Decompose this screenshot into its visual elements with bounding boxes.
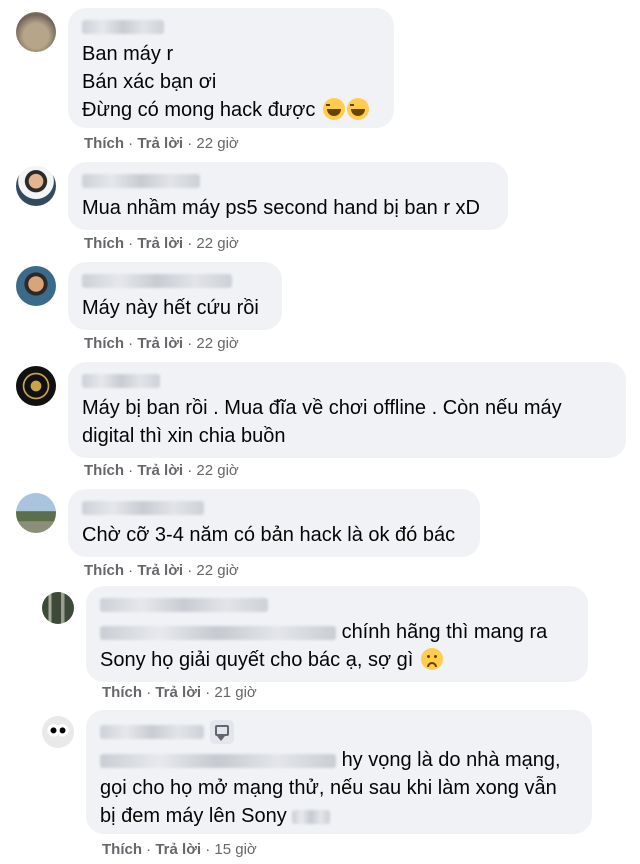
- comment-text: Máy bị ban rồi . Mua đĩa về chơi offline…: [82, 397, 562, 419]
- comment-bubble: Máy bị ban rồi . Mua đĩa về chơi offline…: [68, 362, 626, 458]
- comment-actions: Thích · Trả lời · 22 giờ: [84, 135, 239, 152]
- reply-button[interactable]: Trả lời: [155, 841, 201, 858]
- comment-actions: Thích · Trả lời · 22 giờ: [84, 562, 239, 579]
- comment-bubble: chính hãng thì mang ra Sony họ giải quyế…: [86, 586, 588, 682]
- reply-context-icon[interactable]: [210, 720, 234, 744]
- comment-bubble: hy vọng là do nhà mạng, gọi cho họ mở mạ…: [86, 710, 592, 834]
- reply-button[interactable]: Trả lời: [137, 235, 183, 252]
- timestamp[interactable]: 22 giờ: [196, 235, 238, 252]
- author-name-blurred[interactable]: [82, 20, 164, 34]
- confused-emoji-icon: [420, 648, 443, 670]
- like-button[interactable]: Thích: [84, 462, 124, 479]
- comment-text: digital thì xin chia buồn: [82, 425, 286, 447]
- author-name-blurred[interactable]: [82, 174, 200, 188]
- comment-actions: Thích · Trả lời · 21 giờ: [102, 684, 257, 701]
- timestamp[interactable]: 22 giờ: [196, 135, 238, 152]
- timestamp[interactable]: 22 giờ: [196, 562, 238, 579]
- comment-actions: Thích · Trả lời · 22 giờ: [84, 335, 239, 352]
- author-name-blurred[interactable]: [82, 501, 204, 515]
- tagged-name-blurred[interactable]: [100, 753, 336, 768]
- author-name-blurred[interactable]: [100, 725, 204, 739]
- comment-text: hy vọng là do nhà mạng,: [100, 746, 578, 774]
- tagged-name-blurred[interactable]: [100, 625, 336, 640]
- like-button[interactable]: Thích: [84, 135, 124, 152]
- reply-button[interactable]: Trả lời: [155, 684, 201, 701]
- like-button[interactable]: Thích: [102, 684, 142, 701]
- comment-bubble: Ban máy r Bán xác bạn ơi Đừng có mong ha…: [68, 8, 394, 128]
- author-row: [100, 720, 578, 744]
- reply-button[interactable]: Trả lời: [137, 462, 183, 479]
- tagged-name-blurred[interactable]: [292, 809, 331, 824]
- comment-bubble: Mua nhầm máy ps5 second hand bị ban r xD: [68, 162, 508, 230]
- comment-text: Mua nhầm máy ps5 second hand bị ban r xD: [82, 197, 480, 219]
- like-button[interactable]: Thích: [84, 235, 124, 252]
- author-name-blurred[interactable]: [82, 274, 232, 288]
- avatar-cat[interactable]: [16, 12, 56, 52]
- avatar-man-glasses[interactable]: [16, 166, 56, 206]
- comment-bubble: Chờ cỡ 3-4 năm có bản hack là ok đó bác: [68, 489, 480, 557]
- comment-text: bị đem máy lên Sony: [100, 802, 578, 830]
- comment-text: Máy này hết cứu rồi: [82, 297, 259, 319]
- comment-text: Ban máy r: [82, 43, 174, 65]
- comment-bubble: Máy này hết cứu rồi: [68, 262, 282, 330]
- timestamp[interactable]: 22 giờ: [196, 335, 238, 352]
- comment-actions: Thích · Trả lời · 15 giờ: [102, 841, 257, 858]
- author-name-blurred[interactable]: [100, 598, 268, 612]
- reply-button[interactable]: Trả lời: [137, 562, 183, 579]
- comment-text: Bán xác bạn ơi: [82, 71, 217, 93]
- comment-text: gọi cho họ mở mạng thử, nếu sau khi làm …: [100, 777, 557, 799]
- comment-text: Chờ cỡ 3-4 năm có bản hack là ok đó bác: [82, 524, 456, 546]
- laughing-emoji-icon: [346, 98, 369, 120]
- avatar-young-man[interactable]: [16, 266, 56, 306]
- comment-text: Sony họ giải quyết cho bác ạ, sợ gì: [100, 646, 574, 674]
- comment-actions: Thích · Trả lời · 22 giờ: [84, 462, 239, 479]
- timestamp[interactable]: 21 giờ: [214, 684, 256, 701]
- author-name-blurred[interactable]: [82, 374, 160, 388]
- comment-text: chính hãng thì mang ra: [100, 618, 574, 646]
- avatar-meme-face[interactable]: [42, 716, 74, 748]
- laughing-emoji-icon: [322, 98, 345, 120]
- like-button[interactable]: Thích: [84, 335, 124, 352]
- reply-button[interactable]: Trả lời: [137, 335, 183, 352]
- timestamp[interactable]: 15 giờ: [214, 841, 256, 858]
- avatar-landscape[interactable]: [16, 493, 56, 533]
- like-button[interactable]: Thích: [102, 841, 142, 858]
- avatar-forest[interactable]: [42, 592, 74, 624]
- comment-text: Đừng có mong hack được: [82, 96, 380, 124]
- reply-button[interactable]: Trả lời: [137, 135, 183, 152]
- timestamp[interactable]: 22 giờ: [196, 462, 238, 479]
- avatar-club-logo[interactable]: [16, 366, 56, 406]
- comment-actions: Thích · Trả lời · 22 giờ: [84, 235, 239, 252]
- like-button[interactable]: Thích: [84, 562, 124, 579]
